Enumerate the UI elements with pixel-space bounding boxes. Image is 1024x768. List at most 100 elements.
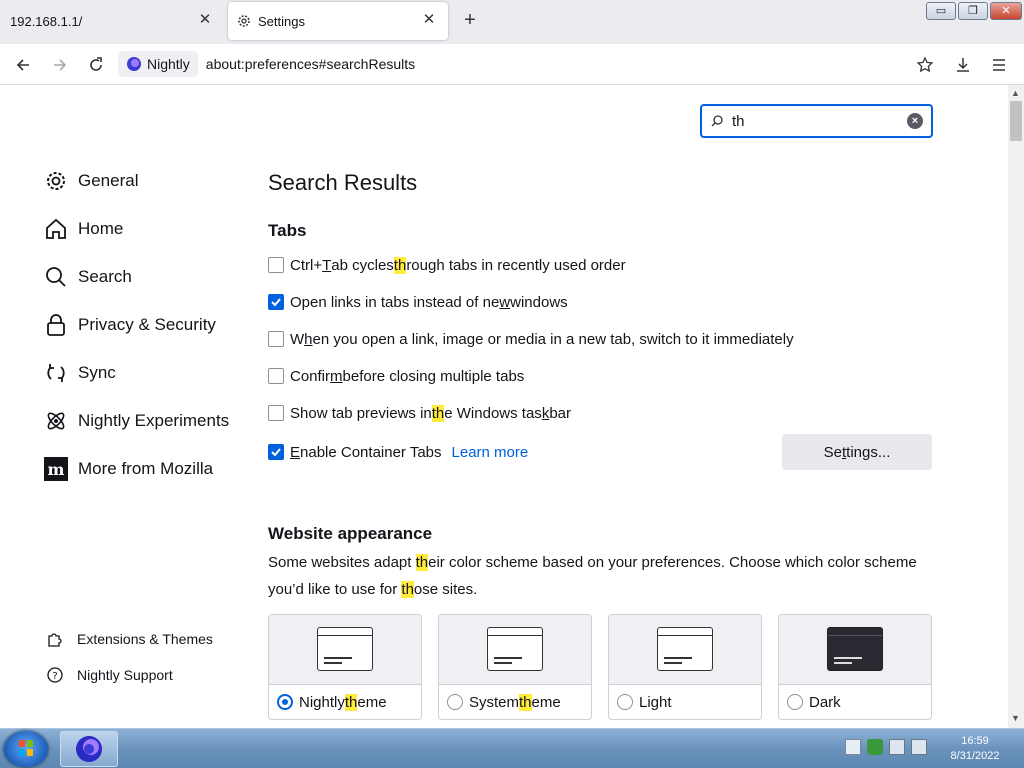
sidebar-item-label: Sync [78,363,116,382]
learn-more-link[interactable]: Learn more [452,444,529,461]
checkbox[interactable] [268,368,284,384]
sidebar-item-general[interactable]: General [44,166,138,196]
option-tab-previews[interactable]: Show tab previews in th e Windows tas k bar [268,403,571,423]
reload-button[interactable] [83,52,109,78]
start-button[interactable] [4,731,48,767]
sidebar-item-label: Nightly Experiments [78,411,230,430]
nightly-support-label: Nightly Support [77,667,173,683]
sidebar-item-search[interactable]: Search [44,262,132,292]
taskbar: 16:59 8/31/2022 [0,728,1024,768]
vertical-scrollbar[interactable]: ▲ ▼ [1008,85,1024,728]
maximize-button[interactable]: ❐ [958,2,988,20]
text: Ctrl+ [290,256,323,274]
svg-text:m: m [48,460,65,479]
radio[interactable] [447,694,463,710]
text: ab cycles [331,256,394,274]
new-tab-button[interactable]: + [458,9,482,33]
tab-settings[interactable]: Settings ✕ [228,2,448,40]
text: Some websites adapt [268,554,416,571]
downloads-button[interactable] [950,52,976,78]
hamburger-icon [993,59,1005,71]
option-confirm-close[interactable]: Confir m before closing multiple tabs [268,366,524,386]
lock-icon [44,313,68,337]
text: System [469,693,520,711]
search-highlight: th [431,404,445,422]
clock-time: 16:59 [961,735,989,747]
text: Open links in tabs instead of ne [290,293,500,311]
close-tab-icon[interactable]: ✕ [420,11,438,29]
search-input[interactable]: th × [700,104,933,138]
text: bar [549,404,571,422]
back-button[interactable] [10,52,36,78]
sidebar-item-label: Search [78,267,132,286]
option-container-tabs[interactable]: Enable Container Tabs Learn more [268,442,528,462]
gear-icon [238,15,250,27]
scrollbar-thumb[interactable] [1010,101,1022,141]
accesskey: k [541,404,550,422]
theme-card-nightly[interactable]: Nightly th eme [268,614,422,720]
sidebar-item-experiments[interactable]: Nightly Experiments [44,406,229,436]
close-tab-icon[interactable]: ✕ [196,11,214,29]
close-window-button[interactable]: ✕ [990,2,1022,20]
gear-icon [44,169,68,193]
theme-preview [779,615,931,685]
checkbox-checked[interactable] [268,294,284,310]
taskbar-nightly-button[interactable] [60,731,118,767]
taskbar-clock[interactable]: 16:59 8/31/2022 [940,734,1010,764]
text: nable Container Tabs [300,443,442,461]
search-highlight: th [519,693,532,711]
checkbox[interactable] [268,331,284,347]
sidebar-item-home[interactable]: Home [44,214,123,244]
checkbox[interactable] [268,257,284,273]
text: Show tab previews in [290,404,432,422]
sidebar-item-label: Privacy & Security [78,315,216,334]
bookmark-star-button[interactable] [912,52,938,78]
theme-card-light[interactable]: Light [608,614,762,720]
nightly-support-link[interactable]: ? Nightly Support [46,665,173,685]
tray-network-icon[interactable] [889,739,905,755]
menu-button[interactable] [986,52,1012,78]
clear-search-icon[interactable]: × [907,113,923,129]
nightly-logo-icon [127,57,141,71]
sidebar-item-sync[interactable]: Sync [44,358,116,388]
text: Nightly [299,693,345,711]
scroll-down-icon[interactable]: ▼ [1011,713,1020,723]
text: Light [639,693,672,711]
theme-preview [269,615,421,685]
sidebar-item-label: General [78,171,139,190]
accesskey: T [322,256,332,274]
identity-box[interactable]: Nightly [118,51,198,77]
radio[interactable] [617,694,633,710]
sidebar-item-label: Home [78,219,124,238]
tray-document-icon[interactable] [845,739,861,755]
help-icon: ? [46,666,64,684]
tray-volume-muted-icon[interactable] [911,739,927,755]
checkbox[interactable] [268,405,284,421]
forward-button[interactable] [47,52,73,78]
text: Se [823,443,842,461]
windows-logo-icon [19,740,33,756]
url-text[interactable]: about:preferences#searchResults [206,56,415,72]
sidebar-item-mozilla[interactable]: m More from Mozilla [44,454,213,484]
extensions-themes-link[interactable]: Extensions & Themes [46,629,213,649]
radio-selected[interactable] [277,694,293,710]
sidebar-item-privacy[interactable]: Privacy & Security [44,310,216,340]
extensions-themes-label: Extensions & Themes [77,631,213,647]
text: ose sites. [413,581,478,598]
text: Confir [290,367,331,385]
option-open-links-in-tabs[interactable]: Open links in tabs instead of ne w window… [268,292,568,312]
minimize-button[interactable]: ▭ [926,2,956,20]
search-highlight: th [344,693,358,711]
appearance-description: Some websites adapt their color scheme b… [268,549,928,603]
theme-card-system[interactable]: System th eme [438,614,592,720]
tab-router[interactable]: 192.168.1.1/ ✕ [0,2,224,40]
container-settings-button[interactable]: Se t tings... [782,434,932,470]
option-ctrl-tab[interactable]: Ctrl+ Tab cycles th rough tabs in recently… [268,255,626,275]
tray-security-icon[interactable] [867,739,883,755]
url-bar[interactable]: Nightly about:preferences#searchResults [118,49,948,79]
radio[interactable] [787,694,803,710]
scroll-up-icon[interactable]: ▲ [1011,88,1020,98]
checkbox-checked[interactable] [268,444,284,460]
option-switch-to-new-tab[interactable]: Wh en you open a link, image or media in … [268,329,794,349]
theme-card-dark[interactable]: Dark [778,614,932,720]
